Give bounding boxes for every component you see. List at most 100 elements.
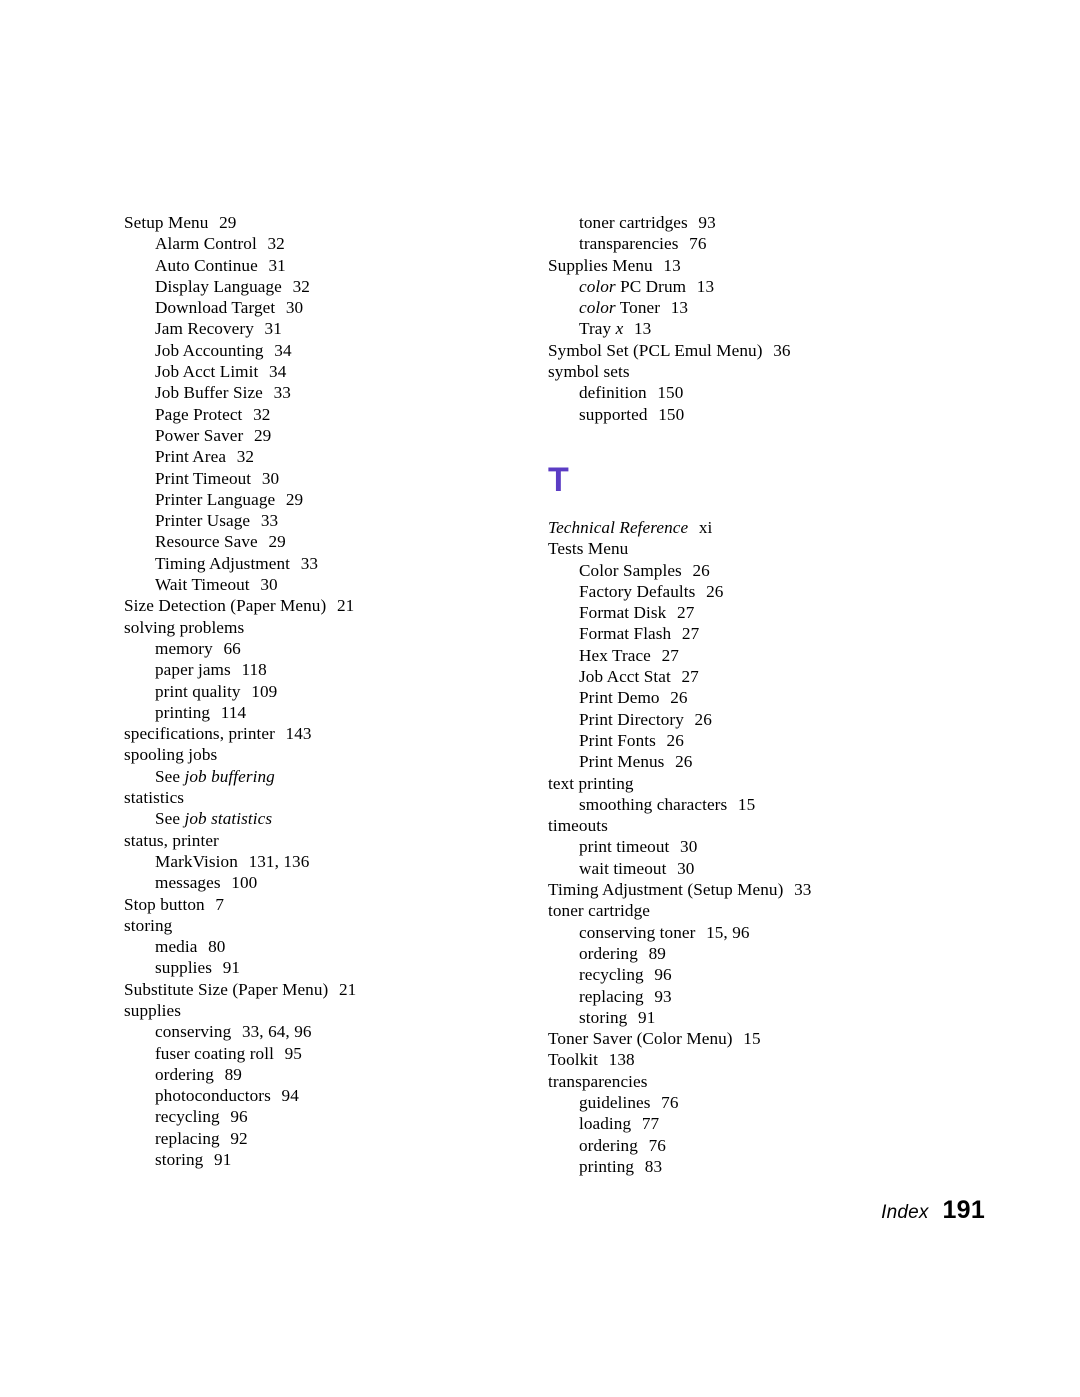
index-entry: toner cartridges 93 <box>548 212 948 233</box>
index-entry: Print Timeout 30 <box>124 468 524 489</box>
index-entry-page-numbers: 95 <box>284 1043 302 1063</box>
index-entry-page-numbers: 32 <box>292 276 310 296</box>
index-entry-page-numbers: 114 <box>220 702 247 722</box>
index-entry-term: Print Fonts <box>579 730 656 750</box>
index-cross-reference: See job statistics <box>124 808 524 829</box>
index-entry-page-numbers: 66 <box>223 638 241 658</box>
index-entry-page-numbers: 80 <box>208 937 226 957</box>
index-entry-term: Tests Menu <box>548 539 629 559</box>
index-entry-page-numbers: 26 <box>666 730 684 750</box>
index-entry-term: Format Disk <box>579 603 667 623</box>
page-number: 191 <box>942 1196 985 1224</box>
index-entry: Wait Timeout 30 <box>124 574 524 595</box>
index-entry-term: Symbol Set (PCL Emul Menu) <box>548 340 763 360</box>
index-entry: recycling 96 <box>124 1106 524 1127</box>
index-entry-page-numbers: 100 <box>231 873 258 893</box>
index-entry-page-numbers: 30 <box>261 468 280 488</box>
index-entry-page-numbers: 143 <box>285 724 312 744</box>
index-entry: Timing Adjustment 33 <box>124 553 524 574</box>
index-entry-page-numbers: 131, 136 <box>248 851 310 871</box>
index-entry-page-numbers: 15 <box>743 1029 761 1049</box>
index-entry-page-numbers: 15 <box>737 794 756 814</box>
index-entry-term: wait timeout <box>579 858 667 878</box>
index-entry-term: Color Samples <box>579 560 682 580</box>
index-entry-term: Tray x <box>579 319 624 339</box>
index-entry: ordering 89 <box>124 1064 524 1085</box>
xref-see-label: See <box>155 766 185 786</box>
index-entry-term: Job Buffer Size <box>155 383 263 403</box>
index-entry-term: storing <box>124 915 173 935</box>
index-entry: smoothing characters 15 <box>548 794 948 815</box>
index-entry: Job Acct Limit 34 <box>124 361 524 382</box>
index-entry-term: solving problems <box>124 617 245 637</box>
index-entry-term: messages <box>155 873 221 893</box>
index-entry-term: Toner Saver (Color Menu) <box>548 1029 733 1049</box>
index-entry: replacing 93 <box>548 986 948 1007</box>
index-entry-page-numbers: 13 <box>670 298 689 318</box>
index-entry-term: media <box>155 937 198 957</box>
index-entry: Format Flash 27 <box>548 623 948 644</box>
index-entry: Print Fonts 26 <box>548 730 948 751</box>
index-entry-page-numbers: 27 <box>681 624 700 644</box>
index-entry-page-numbers: 27 <box>681 667 699 687</box>
index-entry-term: Timing Adjustment <box>155 553 291 573</box>
index-entry: Print Area 32 <box>124 446 524 467</box>
index-entry-term: text printing <box>548 773 634 793</box>
index-entry: Tray x 13 <box>548 318 948 339</box>
index-entry: Stop button 7 <box>124 894 524 915</box>
index-entry: Print Directory 26 <box>548 709 948 730</box>
xref-see-label: See <box>155 809 185 829</box>
index-entry-term: Supplies Menu <box>548 255 653 275</box>
index-entry-term: statistics <box>124 788 185 808</box>
index-entry: Job Accounting 34 <box>124 340 524 361</box>
index-entry: transparencies <box>548 1071 948 1092</box>
index-entry-page-numbers: 109 <box>251 681 278 701</box>
index-entry-term: Technical Reference <box>548 517 689 537</box>
index-entry-page-numbers: 27 <box>661 645 679 665</box>
index-entry: conserving toner 15, 96 <box>548 922 948 943</box>
index-entry-term: Hex Trace <box>579 645 651 665</box>
index-entry: printing 83 <box>548 1156 948 1177</box>
index-entry: Alarm Control 32 <box>124 233 524 254</box>
index-entry: specifications, printer 143 <box>124 723 524 744</box>
index-entry: replacing 92 <box>124 1128 524 1149</box>
index-entry-page-numbers: 32 <box>236 447 255 467</box>
index-entry: MarkVision 131, 136 <box>124 851 524 872</box>
index-entry: Tests Menu <box>548 538 948 559</box>
index-entry-term: guidelines <box>579 1092 651 1112</box>
index-entry-term: supplies <box>155 958 213 978</box>
index-entry-page-numbers: 29 <box>268 532 286 552</box>
index-entry-term: Substitute Size (Paper Menu) <box>124 979 329 999</box>
index-entry-term: specifications, printer <box>124 724 275 744</box>
index-entry: Printer Usage 33 <box>124 510 524 531</box>
index-entry-term: transparencies <box>548 1071 648 1091</box>
index-entry: Symbol Set (PCL Emul Menu) 36 <box>548 340 948 361</box>
index-entry-term: memory <box>155 638 213 658</box>
index-entry-term: color Toner <box>579 298 661 318</box>
index-entry-page-numbers: 93 <box>654 986 672 1006</box>
index-entry-term: printing <box>155 702 211 722</box>
index-entry: solving problems <box>124 617 524 638</box>
index-entry: storing 91 <box>124 1149 524 1170</box>
index-entry-page-numbers: 89 <box>224 1064 242 1084</box>
index-entry-page-numbers: 118 <box>241 660 267 680</box>
index-entry: timeouts <box>548 815 948 836</box>
index-entry-term: color PC Drum <box>579 276 687 296</box>
index-entry-term: Print Directory <box>579 709 684 729</box>
xref-target: job statistics <box>184 809 273 829</box>
index-column-left: Setup Menu 29 Alarm Control 32 Auto Continue… <box>124 212 524 1170</box>
index-entry-page-numbers: 96 <box>230 1107 248 1127</box>
index-entry-term: Size Detection (Paper Menu) <box>124 596 327 616</box>
index-entry-term: printing <box>579 1156 635 1176</box>
index-entry-page-numbers: 26 <box>706 581 724 601</box>
index-entry-term: Print Demo <box>579 688 660 708</box>
index-entry-term: Alarm Control <box>155 234 257 254</box>
index-entry: loading 77 <box>548 1113 948 1134</box>
index-entry-term: Job Accounting <box>155 340 264 360</box>
index-entry-term: print timeout <box>579 837 670 857</box>
index-entry: color Toner 13 <box>548 297 948 318</box>
index-entry-term: toner cartridge <box>548 901 650 921</box>
index-entry-page-numbers: 150 <box>658 404 685 424</box>
index-entry-page-numbers: 91 <box>214 1150 232 1170</box>
index-entry: statistics <box>124 787 524 808</box>
